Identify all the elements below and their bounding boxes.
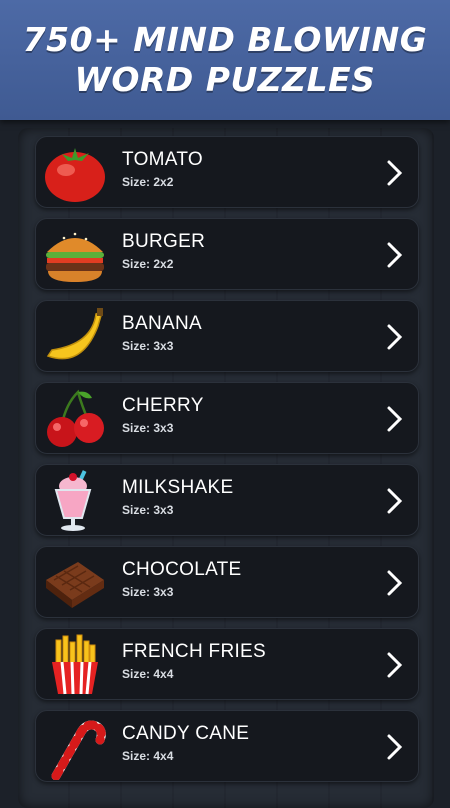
chevron-right-icon bbox=[387, 570, 403, 596]
puzzle-item-french-fries[interactable]: FRENCH FRIES Size: 4x4 bbox=[35, 628, 419, 700]
puzzle-size: Size: 3x3 bbox=[122, 339, 174, 353]
puzzle-size: Size: 3x3 bbox=[122, 503, 174, 517]
puzzle-name: MILKSHAKE bbox=[122, 477, 234, 498]
puzzle-item-chocolate[interactable]: CHOCOLATE Size: 3x3 bbox=[35, 546, 419, 618]
puzzle-name: BANANA bbox=[122, 313, 202, 334]
puzzle-name: FRENCH FRIES bbox=[122, 641, 266, 662]
puzzle-size: Size: 4x4 bbox=[122, 667, 174, 681]
puzzle-name: CHOCOLATE bbox=[122, 559, 242, 580]
puzzle-item-candy-cane[interactable]: CANDY CANE Size: 4x4 bbox=[35, 710, 419, 782]
puzzle-item-cherry[interactable]: CHERRY Size: 3x3 bbox=[35, 382, 419, 454]
chevron-right-icon bbox=[387, 652, 403, 678]
chevron-right-icon bbox=[387, 734, 403, 760]
chevron-right-icon bbox=[387, 160, 403, 186]
puzzle-size: Size: 3x3 bbox=[122, 421, 174, 435]
chevron-right-icon bbox=[387, 406, 403, 432]
burger-icon bbox=[42, 222, 108, 288]
puzzle-size: Size: 2x2 bbox=[122, 175, 174, 189]
puzzle-name: TOMATO bbox=[122, 149, 203, 170]
header-title-line2: WORD PUZZLES bbox=[74, 60, 376, 99]
puzzle-item-banana[interactable]: BANANA Size: 3x3 bbox=[35, 300, 419, 372]
puzzle-name: CANDY CANE bbox=[122, 723, 250, 744]
puzzle-size: Size: 2x2 bbox=[122, 257, 174, 271]
puzzle-item-tomato[interactable]: TOMATO Size: 2x2 bbox=[35, 136, 419, 208]
puzzle-item-burger[interactable]: BURGER Size: 2x2 bbox=[35, 218, 419, 290]
french-fries-icon bbox=[42, 632, 108, 698]
candy-cane-icon bbox=[42, 714, 108, 780]
puzzle-size: Size: 3x3 bbox=[122, 585, 174, 599]
chevron-right-icon bbox=[387, 324, 403, 350]
puzzle-size: Size: 4x4 bbox=[122, 749, 174, 763]
puzzle-name: BURGER bbox=[122, 231, 206, 252]
puzzle-item-milkshake[interactable]: MILKSHAKE Size: 3x3 bbox=[35, 464, 419, 536]
chevron-right-icon bbox=[387, 242, 403, 268]
chocolate-icon bbox=[42, 550, 108, 616]
header-banner: 750+ MIND BLOWING WORD PUZZLES bbox=[0, 0, 450, 120]
puzzle-list: TOMATO Size: 2x2 BURGER Size: 2x2 BANANA… bbox=[35, 136, 419, 792]
milkshake-icon bbox=[42, 468, 108, 534]
cherry-icon bbox=[42, 386, 108, 452]
tomato-icon bbox=[42, 140, 108, 206]
header-title-line1: 750+ MIND BLOWING bbox=[22, 20, 428, 59]
chevron-right-icon bbox=[387, 488, 403, 514]
banana-icon bbox=[42, 304, 108, 370]
puzzle-name: CHERRY bbox=[122, 395, 204, 416]
